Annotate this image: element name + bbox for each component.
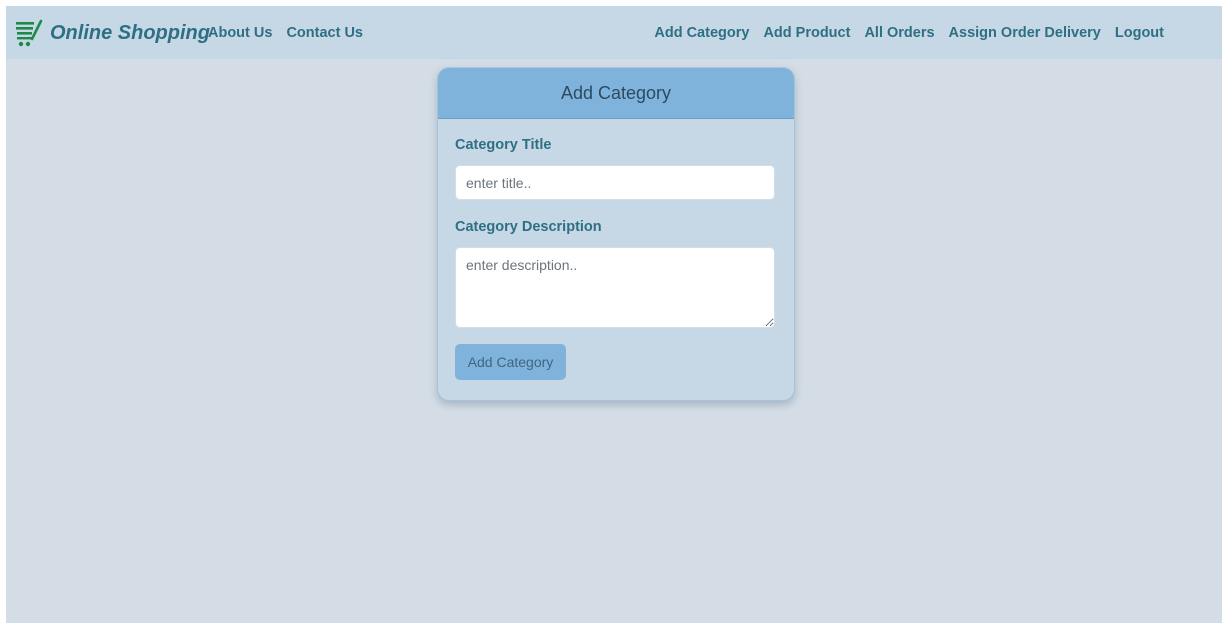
card-header: Add Category	[438, 68, 794, 119]
nav-contact-us[interactable]: Contact Us	[286, 24, 363, 42]
nav-all-orders[interactable]: All Orders	[864, 24, 934, 42]
nav-assign-order-delivery[interactable]: Assign Order Delivery	[949, 24, 1101, 42]
add-category-button[interactable]: Add Category	[455, 344, 566, 380]
nav-add-category[interactable]: Add Category	[654, 24, 749, 42]
nav-about-us[interactable]: About Us	[208, 24, 272, 42]
category-description-label: Category Description	[455, 219, 602, 235]
nav-left-links: About Us Contact Us	[208, 24, 363, 42]
nav-right-links: Add Category Add Product All Orders Assi…	[654, 24, 1164, 42]
category-title-label: Category Title	[455, 137, 552, 153]
card-title: Add Category	[560, 82, 672, 103]
add-category-card: Add Category Category Title Category Des…	[437, 67, 795, 401]
shopping-cart-icon	[16, 19, 43, 47]
category-title-input[interactable]	[455, 165, 775, 200]
page-frame: Online Shopping About Us Contact Us Add …	[6, 6, 1222, 623]
brand-link[interactable]: Online Shopping	[14, 18, 210, 48]
nav-add-product[interactable]: Add Product	[763, 24, 850, 42]
nav-logout[interactable]: Logout	[1115, 24, 1164, 42]
brand-name: Online Shopping	[50, 21, 210, 44]
category-description-input[interactable]	[455, 247, 775, 328]
top-navbar: Online Shopping About Us Contact Us Add …	[6, 6, 1222, 59]
